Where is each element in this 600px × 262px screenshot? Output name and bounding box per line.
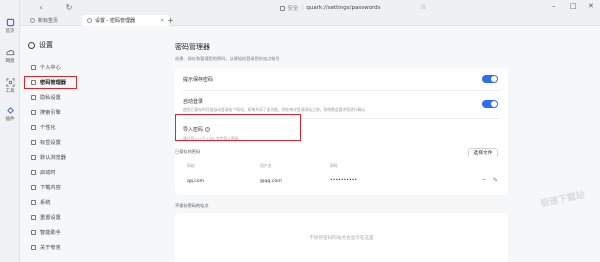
rail-label: 网盘: [5, 59, 15, 64]
tab-new-tab[interactable]: 新标签页: [25, 15, 63, 26]
tab-favicon-icon: [30, 18, 35, 23]
rail-item-cloud[interactable]: 网盘: [0, 48, 20, 64]
offer-save-label: 提示保存密码: [183, 77, 214, 83]
rail-label: 首页: [5, 29, 15, 34]
saved-passwords-label: 已保存的密码: [175, 149, 201, 154]
sidebar-item-personalize[interactable]: 个性化: [25, 122, 97, 133]
maximize-button[interactable]: □: [570, 2, 577, 10]
sidebar-item-label: 智能助手: [40, 230, 61, 236]
sidebar-item-search-engine[interactable]: 搜索引擎: [25, 107, 97, 118]
never-saved-empty-text: 不保存密码的站点会显示在这里: [309, 236, 374, 241]
plugin-icon: [6, 107, 14, 114]
url-text: quark://settings/passwords: [306, 5, 381, 11]
tab-label: 设置 - 密码管理器: [95, 18, 135, 24]
edit-icon[interactable]: ✎: [493, 177, 498, 184]
highlight-box-import: [175, 114, 301, 141]
reset-icon: [31, 215, 36, 220]
page-subtitle: 创建、保存和管理您的密码，以便轻松登录您的站点账号: [175, 56, 280, 61]
power-icon: [31, 170, 36, 175]
page-title: 密码管理器: [175, 43, 210, 51]
column-header-site: 网站: [187, 163, 195, 168]
auto-login-label: 自动登录: [183, 99, 204, 105]
never-saved-card: 不保存密码的站点会显示在这里: [175, 213, 508, 262]
settings-sidebar: 设置 个人中心 密码管理器 隐私设置 搜索引擎 个性化 标签设置 默认浏览器 启…: [20, 26, 155, 262]
saved-username: @qq.com: [260, 179, 282, 184]
reload-button[interactable]: ↻: [64, 3, 74, 13]
sidebar-item-label: 下载内容: [40, 185, 61, 191]
sidebar-item-label: 关于夸克: [40, 245, 61, 251]
back-button[interactable]: ‹: [36, 3, 46, 13]
assistant-icon: [31, 230, 36, 235]
tab-label: 新标签页: [38, 18, 59, 24]
saved-password: ••••••••••: [330, 178, 358, 183]
gear-icon: [28, 41, 35, 49]
saved-passwords-card: 网站 用户名 密码 qq.com @qq.com •••••••••• ⌔ ✎: [175, 157, 508, 195]
sidebar-item-reset[interactable]: 重置设置: [25, 212, 97, 223]
column-header-password: 密码: [330, 163, 338, 168]
highlight-box-passwords: [24, 76, 77, 89]
sidebar-item-about[interactable]: 关于夸克: [25, 242, 97, 253]
auto-login-toggle[interactable]: [482, 100, 498, 108]
settings-content: 密码管理器 创建、保存和管理您的密码，以便轻松登录您的站点账号 提示保存密码 自…: [155, 26, 600, 262]
browser-toolbar: ‹ ↻ 安全 | quark://settings/passwords ☆ – …: [20, 0, 600, 26]
show-password-icon[interactable]: ⌔: [481, 177, 487, 185]
new-tab-button[interactable]: +: [167, 15, 174, 26]
rail-label: 插件: [5, 117, 15, 122]
saved-site: qq.com: [187, 179, 205, 184]
auto-login-desc: 使用已保存的凭据自动登录各个网站。如果关闭了该功能，则在每次登录网站之前，系统都…: [183, 107, 366, 112]
sidebar-item-label: 标签设置: [40, 140, 61, 146]
download-icon: [31, 185, 36, 190]
minimize-button[interactable]: –: [552, 2, 556, 10]
secure-label: 安全: [287, 6, 299, 12]
sidebar-item-tabs[interactable]: 标签设置: [25, 137, 97, 148]
lock-icon: [279, 5, 285, 11]
tab-favicon-icon: [87, 18, 92, 23]
close-window-button[interactable]: ✕: [588, 2, 594, 10]
offer-save-toggle[interactable]: [482, 75, 498, 83]
sidebar-item-system[interactable]: 系统: [25, 197, 97, 208]
address-separator: |: [301, 5, 304, 11]
user-icon: [31, 65, 36, 70]
cloud-icon: [5, 49, 14, 56]
sidebar-item-label: 搜索引擎: [40, 110, 61, 116]
tab-close-icon[interactable]: ✕: [160, 18, 164, 24]
scan-icon: [5, 78, 15, 87]
bookmark-star-icon[interactable]: ☆: [420, 3, 426, 11]
browser-icon: [31, 155, 36, 160]
sidebar-item-assistant[interactable]: 智能助手: [25, 227, 97, 238]
settings-title: 设置: [28, 40, 53, 50]
sidebar-item-privacy[interactable]: 隐私设置: [25, 92, 97, 103]
sidebar-item-label: 启动时: [40, 170, 56, 176]
sidebar-item-label: 系统: [40, 200, 51, 206]
sidebar-item-label: 个人中心: [40, 65, 61, 71]
rail-item-home[interactable]: 首页: [0, 18, 20, 34]
settings-title-text: 设置: [39, 41, 53, 49]
privacy-icon: [31, 95, 36, 100]
sidebar-item-profile[interactable]: 个人中心: [25, 62, 97, 73]
sidebar-item-label: 隐私设置: [40, 95, 61, 101]
app-rail: 首页 网盘 工具 插件: [0, 0, 20, 262]
sidebar-item-label: 重置设置: [40, 215, 61, 221]
sidebar-item-default-browser[interactable]: 默认浏览器: [25, 152, 97, 163]
sidebar-item-label: 个性化: [40, 125, 56, 131]
palette-icon: [31, 125, 36, 130]
tab-icon: [31, 140, 36, 145]
tab-settings[interactable]: 设置 - 密码管理器 ✕: [82, 15, 170, 26]
sidebar-item-on-startup[interactable]: 启动时: [25, 167, 97, 178]
never-saved-label: 不保存密码的站点: [175, 203, 209, 208]
rail-item-tools[interactable]: 工具: [0, 78, 20, 94]
column-header-username: 用户名: [260, 163, 272, 168]
sidebar-item-downloads[interactable]: 下载内容: [25, 182, 97, 193]
address-bar[interactable]: 安全 | quark://settings/passwords: [230, 3, 430, 13]
rail-label: 工具: [5, 89, 15, 94]
info-icon: [31, 245, 36, 250]
home-icon: [6, 18, 14, 27]
divider: [183, 90, 500, 91]
search-icon: [31, 110, 36, 115]
rail-item-plugins[interactable]: 插件: [0, 106, 20, 122]
system-icon: [31, 200, 36, 205]
sidebar-item-label: 默认浏览器: [40, 155, 66, 161]
